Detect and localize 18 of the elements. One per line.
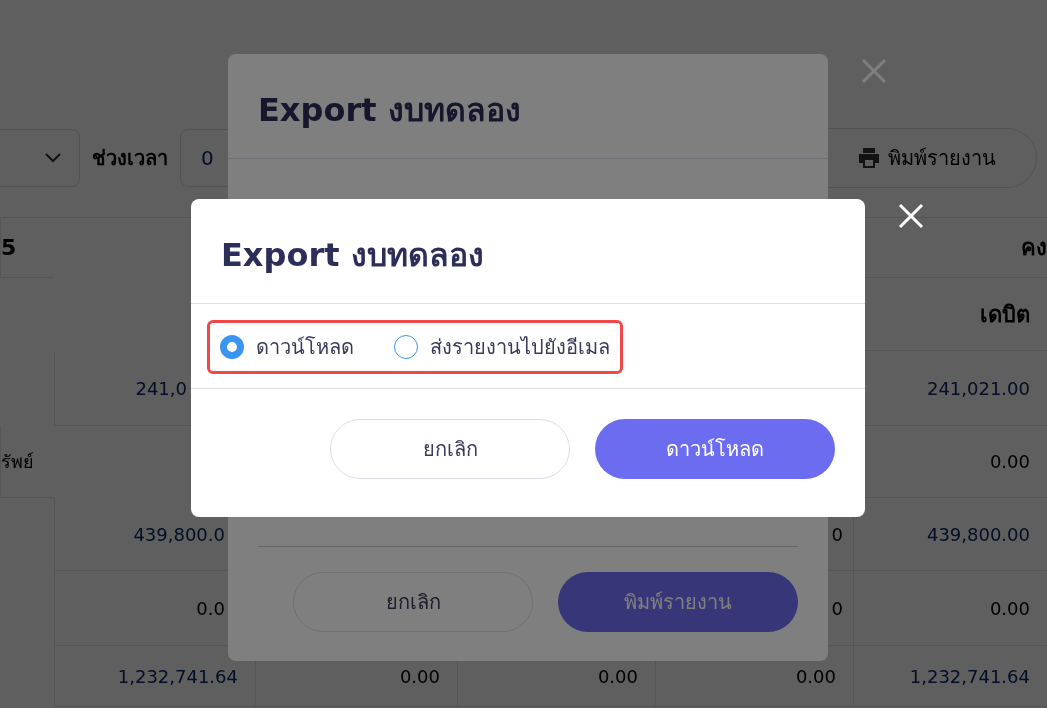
cancel-button[interactable]: ยกเลิก: [293, 572, 533, 632]
period-label: ช่วงเวลา: [92, 145, 168, 172]
column-header: 5: [0, 218, 54, 278]
table-cell: รัพย์: [0, 426, 54, 498]
table-cell: 1,232,741.64: [853, 646, 1047, 707]
dialog-title: Export งบทดลอง: [228, 54, 828, 159]
dialog-title: Export งบทดลอง: [191, 199, 865, 304]
close-button[interactable]: [897, 202, 925, 230]
chevron-down-icon: [45, 153, 61, 163]
radio-option[interactable]: ส่งรายงานไปยังอีเมล: [394, 331, 610, 363]
print-report-button[interactable]: พิมพ์รายงาน: [558, 572, 798, 632]
dropdown-field[interactable]: [0, 129, 80, 187]
printer-icon: [858, 148, 880, 168]
close-icon: [897, 202, 925, 230]
cancel-button[interactable]: ยกเลิก: [330, 419, 570, 479]
close-icon: [860, 57, 888, 85]
download-button[interactable]: ดาวน์โหลด: [595, 419, 835, 479]
table-cell: 0.00: [853, 571, 1047, 646]
